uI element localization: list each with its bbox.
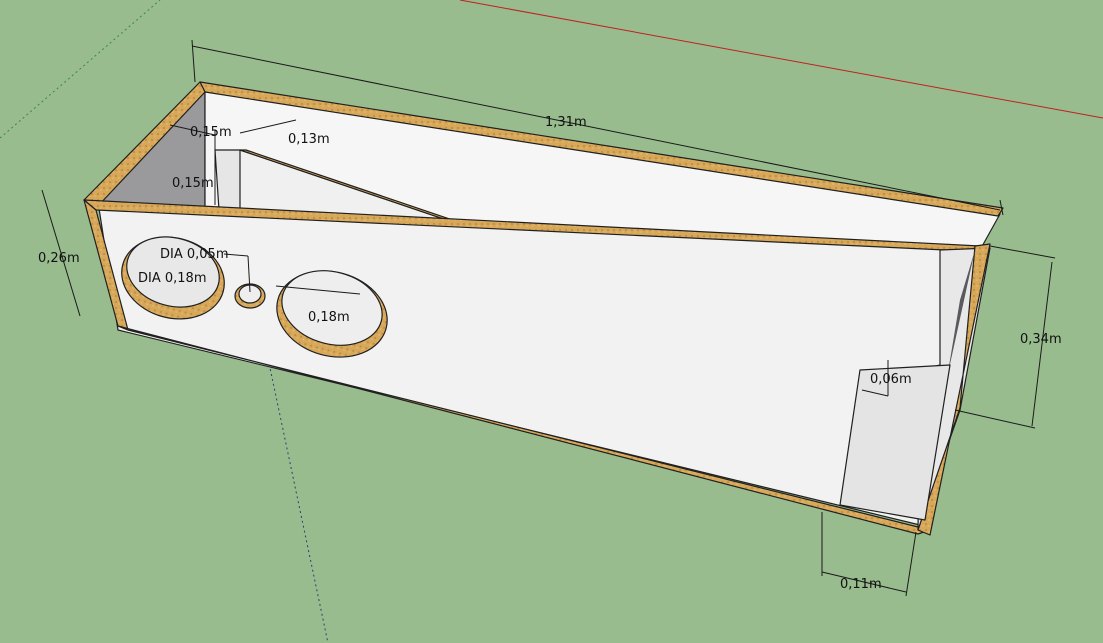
height-front-label: 0,26m	[38, 251, 80, 266]
length-label: 1,31m	[545, 115, 587, 130]
red-axis-line	[459, 0, 1103, 119]
side-inner-label: 0,15m	[172, 176, 214, 191]
top-inner-label: 0,15m	[190, 125, 232, 140]
speaker-box-diagram: 1,31m 0,34m 0,26m 0,11m 0,06m 0,15m 0,15…	[0, 0, 1103, 643]
slot-width-label: 0,06m	[870, 372, 912, 387]
throat-label: 0,13m	[288, 132, 330, 147]
port-diameter-label: DIA 0,05m	[160, 247, 228, 262]
driver-diameter-label: DIA 0,18m	[138, 271, 206, 286]
driver-cutout-label: 0,18m	[308, 310, 350, 325]
depth-bottom-label: 0,11m	[840, 577, 882, 592]
green-axis-line	[0, 0, 161, 139]
height-back-label: 0,34m	[1020, 332, 1062, 347]
